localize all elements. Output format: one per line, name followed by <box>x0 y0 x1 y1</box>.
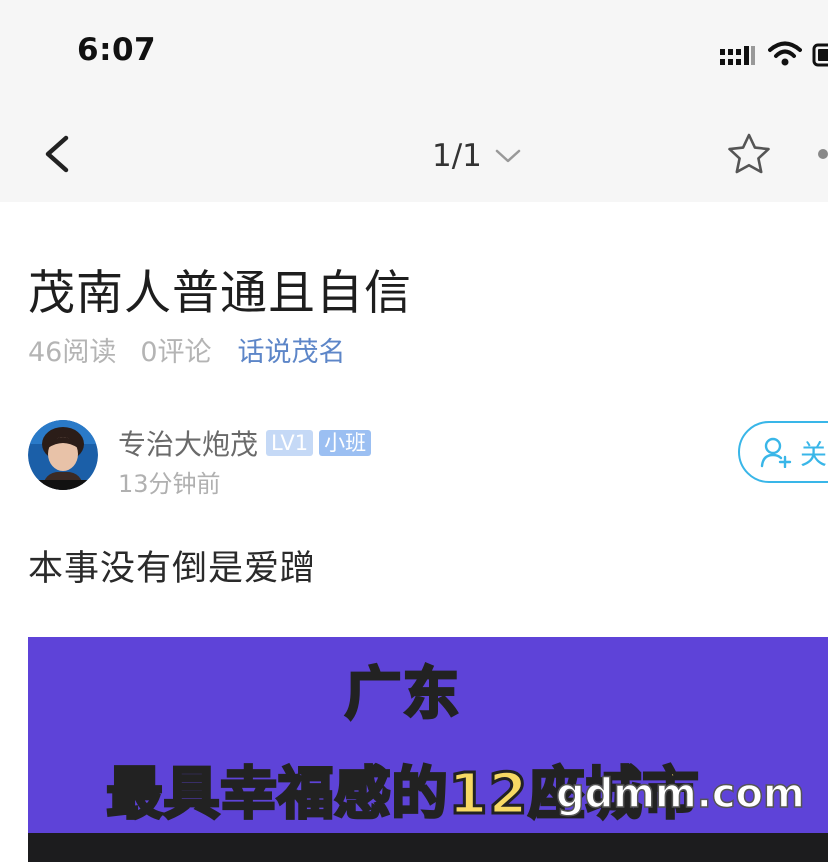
read-count: 46阅读 <box>28 337 117 368</box>
add-user-icon <box>760 437 792 468</box>
post-time: 13分钟前 <box>118 470 221 498</box>
comment-count: 0评论 <box>140 337 212 368</box>
more-icon[interactable] <box>815 146 828 162</box>
chevron-down-icon <box>495 149 521 163</box>
star-icon[interactable] <box>726 132 772 176</box>
wifi-icon <box>768 41 802 66</box>
article-body: 本事没有倒是爱蹭 <box>28 549 317 589</box>
page-selector[interactable]: 1/1 <box>432 136 522 176</box>
battery-icon <box>812 43 828 67</box>
follow-label: 关 <box>800 439 827 471</box>
watermark: gdmm.com <box>555 770 805 818</box>
follow-button[interactable]: 关 <box>738 421 828 483</box>
level-badge: LV1 <box>266 430 314 456</box>
status-time: 6:07 <box>77 32 157 68</box>
signal-icon <box>720 46 755 65</box>
article-image[interactable]: 广东 最具幸福感的12座城市 （高薪版） <box>28 637 828 862</box>
page-indicator: 1/1 <box>432 138 482 174</box>
article-meta: 46阅读 0评论 话说茂名 <box>28 330 346 369</box>
author-name[interactable]: 专治大炮茂 <box>118 423 258 463</box>
image-bottom-strip <box>28 833 828 862</box>
back-arrow-icon[interactable] <box>40 134 74 174</box>
article-title: 茂南人普通且自信 <box>28 266 412 321</box>
image-text-line1: 广东 <box>344 661 461 729</box>
topic-link[interactable]: 话说茂名 <box>238 330 346 369</box>
top-bar: 6:07 1/1 <box>0 0 828 202</box>
class-badge: 小班 <box>319 430 372 456</box>
author-row: 专治大炮茂 LV1 小班 <box>118 423 372 463</box>
avatar[interactable] <box>28 420 98 490</box>
